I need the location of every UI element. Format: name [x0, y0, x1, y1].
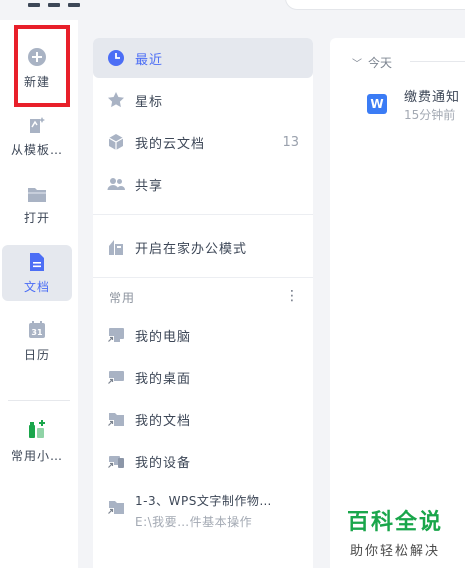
- file-row[interactable]: W 缴费通知 15分钟前: [360, 86, 465, 126]
- rail-calendar-button[interactable]: 31 日历: [2, 313, 72, 369]
- rail-docs-label: 文档: [23, 279, 50, 294]
- template-icon: [30, 116, 45, 133]
- day-group-divider: [410, 61, 465, 62]
- nav-item-label: 我的文档: [135, 413, 192, 429]
- nav-item-my-desktop[interactable]: 我的桌面: [93, 357, 313, 397]
- calendar-icon: 31: [29, 320, 45, 338]
- rail-open-label: 打开: [23, 210, 50, 225]
- nav-item-my-documents[interactable]: 我的文档: [93, 399, 313, 439]
- device-shortcut-icon: [107, 452, 125, 470]
- rail-tools-button[interactable]: 常用小…: [2, 413, 72, 469]
- rail-calendar-label: 日历: [23, 347, 50, 362]
- rail-docs-button[interactable]: 文档: [2, 245, 72, 301]
- watermark-title: 百科全说: [346, 509, 443, 535]
- tools-icon: [29, 419, 45, 438]
- cloud-docs-count: 13: [282, 134, 299, 150]
- folder-icon: [28, 187, 46, 202]
- nav-item-recent-folder[interactable]: 1-3、WPS文字制作物… E:\我要…件基本操作: [93, 486, 313, 534]
- rail-tools-label: 常用小…: [10, 448, 63, 463]
- nav-panel: 最近 星标 我的云文档 13 共享 开启在家办公模式 常用 ⋮ 我的电脑 我的桌…: [93, 38, 313, 568]
- nav-item-label: 我的设备: [135, 455, 192, 471]
- calendar-day-number: 31: [31, 328, 43, 337]
- watermark-badge: 百科全说 助你轻松解决: [335, 500, 455, 562]
- chevron-down-icon: ﹀: [352, 59, 362, 70]
- word-file-icon: W: [367, 94, 387, 114]
- nav-item-label: 开启在家办公模式: [135, 241, 248, 257]
- nav-item-label: 1-3、WPS文字制作物…: [135, 494, 272, 508]
- nav-item-cloud-docs[interactable]: 我的云文档 13: [93, 122, 313, 162]
- rail-template-label: 从模板…: [10, 142, 63, 157]
- new-button-highlight: [14, 25, 70, 107]
- folder-shortcut-icon: [107, 498, 125, 516]
- nav-item-label: 我的电脑: [135, 329, 192, 345]
- nav-item-home-office[interactable]: 开启在家办公模式: [93, 227, 313, 267]
- nav-item-starred[interactable]: 星标: [93, 80, 313, 120]
- nav-divider: [93, 277, 313, 278]
- computer-shortcut-icon: [107, 326, 125, 344]
- search-box[interactable]: [285, 0, 465, 10]
- watermark-subtitle: 助你轻松解决: [349, 543, 440, 559]
- nav-item-label: 我的云文档: [135, 136, 206, 152]
- group-label-common: 常用: [109, 291, 136, 305]
- clock-icon: [107, 49, 125, 67]
- nav-item-label: 共享: [135, 178, 164, 194]
- star-icon: [107, 91, 125, 109]
- nav-item-my-computer[interactable]: 我的电脑: [93, 315, 313, 355]
- recent-files-panel: ﹀ 今天 W 缴费通知 15分钟前: [330, 38, 465, 568]
- file-time: 15分钟前: [404, 108, 456, 122]
- cloud-cube-icon: [107, 133, 125, 151]
- day-group-header[interactable]: ﹀ 今天: [352, 54, 392, 71]
- file-name: 缴费通知: [404, 90, 461, 105]
- rail-divider: [8, 400, 70, 401]
- nav-item-label: 最近: [135, 52, 164, 68]
- nav-item-path: E:\我要…件基本操作: [135, 515, 253, 529]
- rail-open-button[interactable]: 打开: [2, 177, 72, 233]
- nav-item-label: 星标: [135, 94, 164, 110]
- title-fragment: [28, 0, 88, 7]
- document-icon: [30, 252, 44, 271]
- home-office-icon: [107, 238, 125, 256]
- title-bar: [0, 0, 465, 20]
- nav-item-my-devices[interactable]: 我的设备: [93, 441, 313, 481]
- people-icon: [107, 175, 125, 193]
- rail-template-button[interactable]: 从模板…: [2, 108, 72, 164]
- nav-item-shared[interactable]: 共享: [93, 164, 313, 204]
- desktop-shortcut-icon: [107, 368, 125, 386]
- nav-divider: [93, 214, 313, 215]
- folder-shortcut-icon: [107, 410, 125, 428]
- more-options-icon[interactable]: ⋮: [285, 288, 299, 304]
- nav-item-recent[interactable]: 最近: [93, 38, 313, 78]
- day-group-label: 今天: [368, 56, 393, 70]
- nav-item-label: 我的桌面: [135, 371, 192, 387]
